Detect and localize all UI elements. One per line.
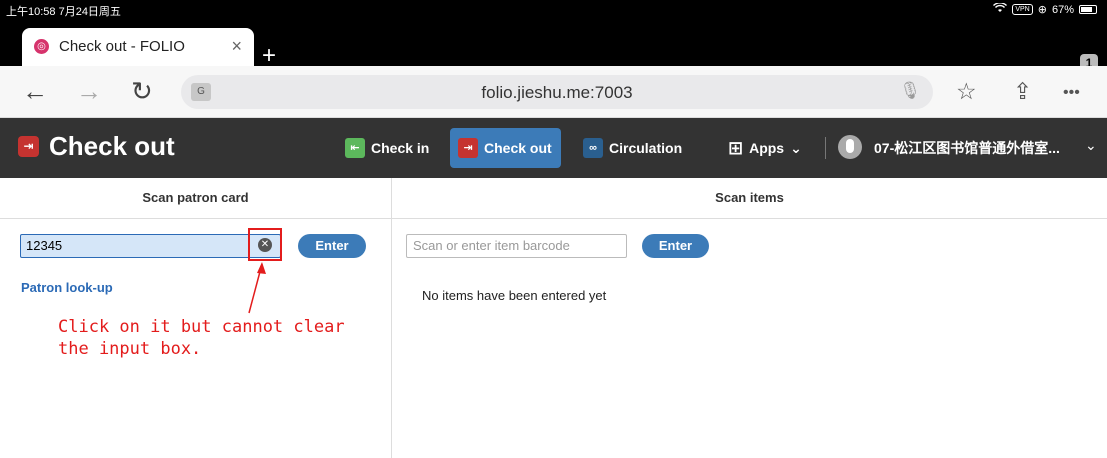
tab-title: Check out - FOLIO: [59, 38, 185, 55]
nav-circulation-label: Circulation: [609, 140, 683, 156]
reload-icon[interactable]: ↻: [131, 76, 153, 107]
close-tab-icon[interactable]: ×: [231, 36, 242, 57]
browser-tab[interactable]: ◎ Check out - FOLIO ×: [22, 28, 254, 66]
forward-icon[interactable]: →: [76, 76, 102, 107]
user-service-point[interactable]: 07-松江区图书馆普通外借室...: [874, 138, 1060, 158]
rotation-lock-icon: ⊕: [1037, 4, 1047, 16]
empty-items-message: No items have been entered yet: [422, 288, 607, 303]
header-divider: [825, 137, 826, 159]
star-icon[interactable]: ☆: [956, 78, 977, 105]
apps-label: Apps: [749, 140, 785, 156]
status-right: VPN ⊕ 67%: [993, 2, 1097, 16]
avatar[interactable]: [838, 135, 862, 159]
app-brand: ⇥ Check out: [18, 131, 175, 162]
nav-check-out-label: Check out: [484, 140, 552, 156]
patron-pane: Scan patron card 12345 ✕ Enter Patron lo…: [0, 178, 392, 458]
wifi-icon: [993, 2, 1008, 16]
chevron-down-icon: ⌄: [790, 139, 802, 156]
share-icon[interactable]: ⇪: [1013, 78, 1032, 105]
address-bar[interactable]: G folio.jieshu.me:7003 🎙: [181, 75, 933, 109]
more-icon[interactable]: •••: [1063, 84, 1080, 102]
checkout-app-icon: ⇥: [18, 136, 39, 157]
status-time: 上午10:58 7月24日周五: [6, 6, 121, 18]
vpn-badge: VPN: [1012, 4, 1033, 15]
back-icon[interactable]: ←: [22, 76, 48, 107]
mic-icon[interactable]: 🎙: [899, 81, 921, 101]
check-in-icon: ⇤: [345, 138, 365, 158]
check-out-icon: ⇥: [458, 138, 478, 158]
items-pane-heading: Scan items: [392, 178, 1107, 219]
annotation-text: Click on it but cannot clear the input b…: [58, 317, 345, 359]
nav-check-out[interactable]: ⇥ Check out: [450, 128, 561, 168]
user-menu-chevron-icon[interactable]: ⌄: [1085, 137, 1097, 154]
app-header: ⇥ Check out ⇤ Check in ⇥ Check out ∞ Cir…: [0, 118, 1107, 178]
browser-tab-bar: ◎ Check out - FOLIO × + 1: [0, 20, 1107, 72]
nav-circulation[interactable]: ∞ Circulation: [575, 128, 690, 168]
battery-icon: [1079, 5, 1097, 14]
circulation-icon: ∞: [583, 138, 603, 158]
status-bar: 上午10:58 7月24日周五 VPN ⊕ 67%: [0, 0, 1107, 20]
apps-menu[interactable]: ⊞ Apps ⌄: [720, 128, 810, 168]
folio-favicon-icon: ◎: [34, 39, 49, 54]
nav-check-in[interactable]: ⇤ Check in: [337, 128, 437, 168]
battery-percent: 67%: [1051, 3, 1074, 16]
page-title: Check out: [49, 131, 175, 161]
items-pane: Scan items Scan or enter item barcode En…: [392, 178, 1107, 458]
browser-toolbar: ← → ↻ G folio.jieshu.me:7003 🎙 ☆ ⇪ •••: [0, 66, 1107, 118]
url-text: folio.jieshu.me:7003: [481, 83, 633, 102]
new-tab-icon[interactable]: +: [262, 44, 276, 68]
nav-check-in-label: Check in: [371, 140, 430, 156]
item-barcode-input[interactable]: Scan or enter item barcode: [406, 234, 627, 258]
apps-grid-icon: ⊞: [728, 137, 744, 158]
items-enter-button[interactable]: Enter: [642, 234, 709, 258]
